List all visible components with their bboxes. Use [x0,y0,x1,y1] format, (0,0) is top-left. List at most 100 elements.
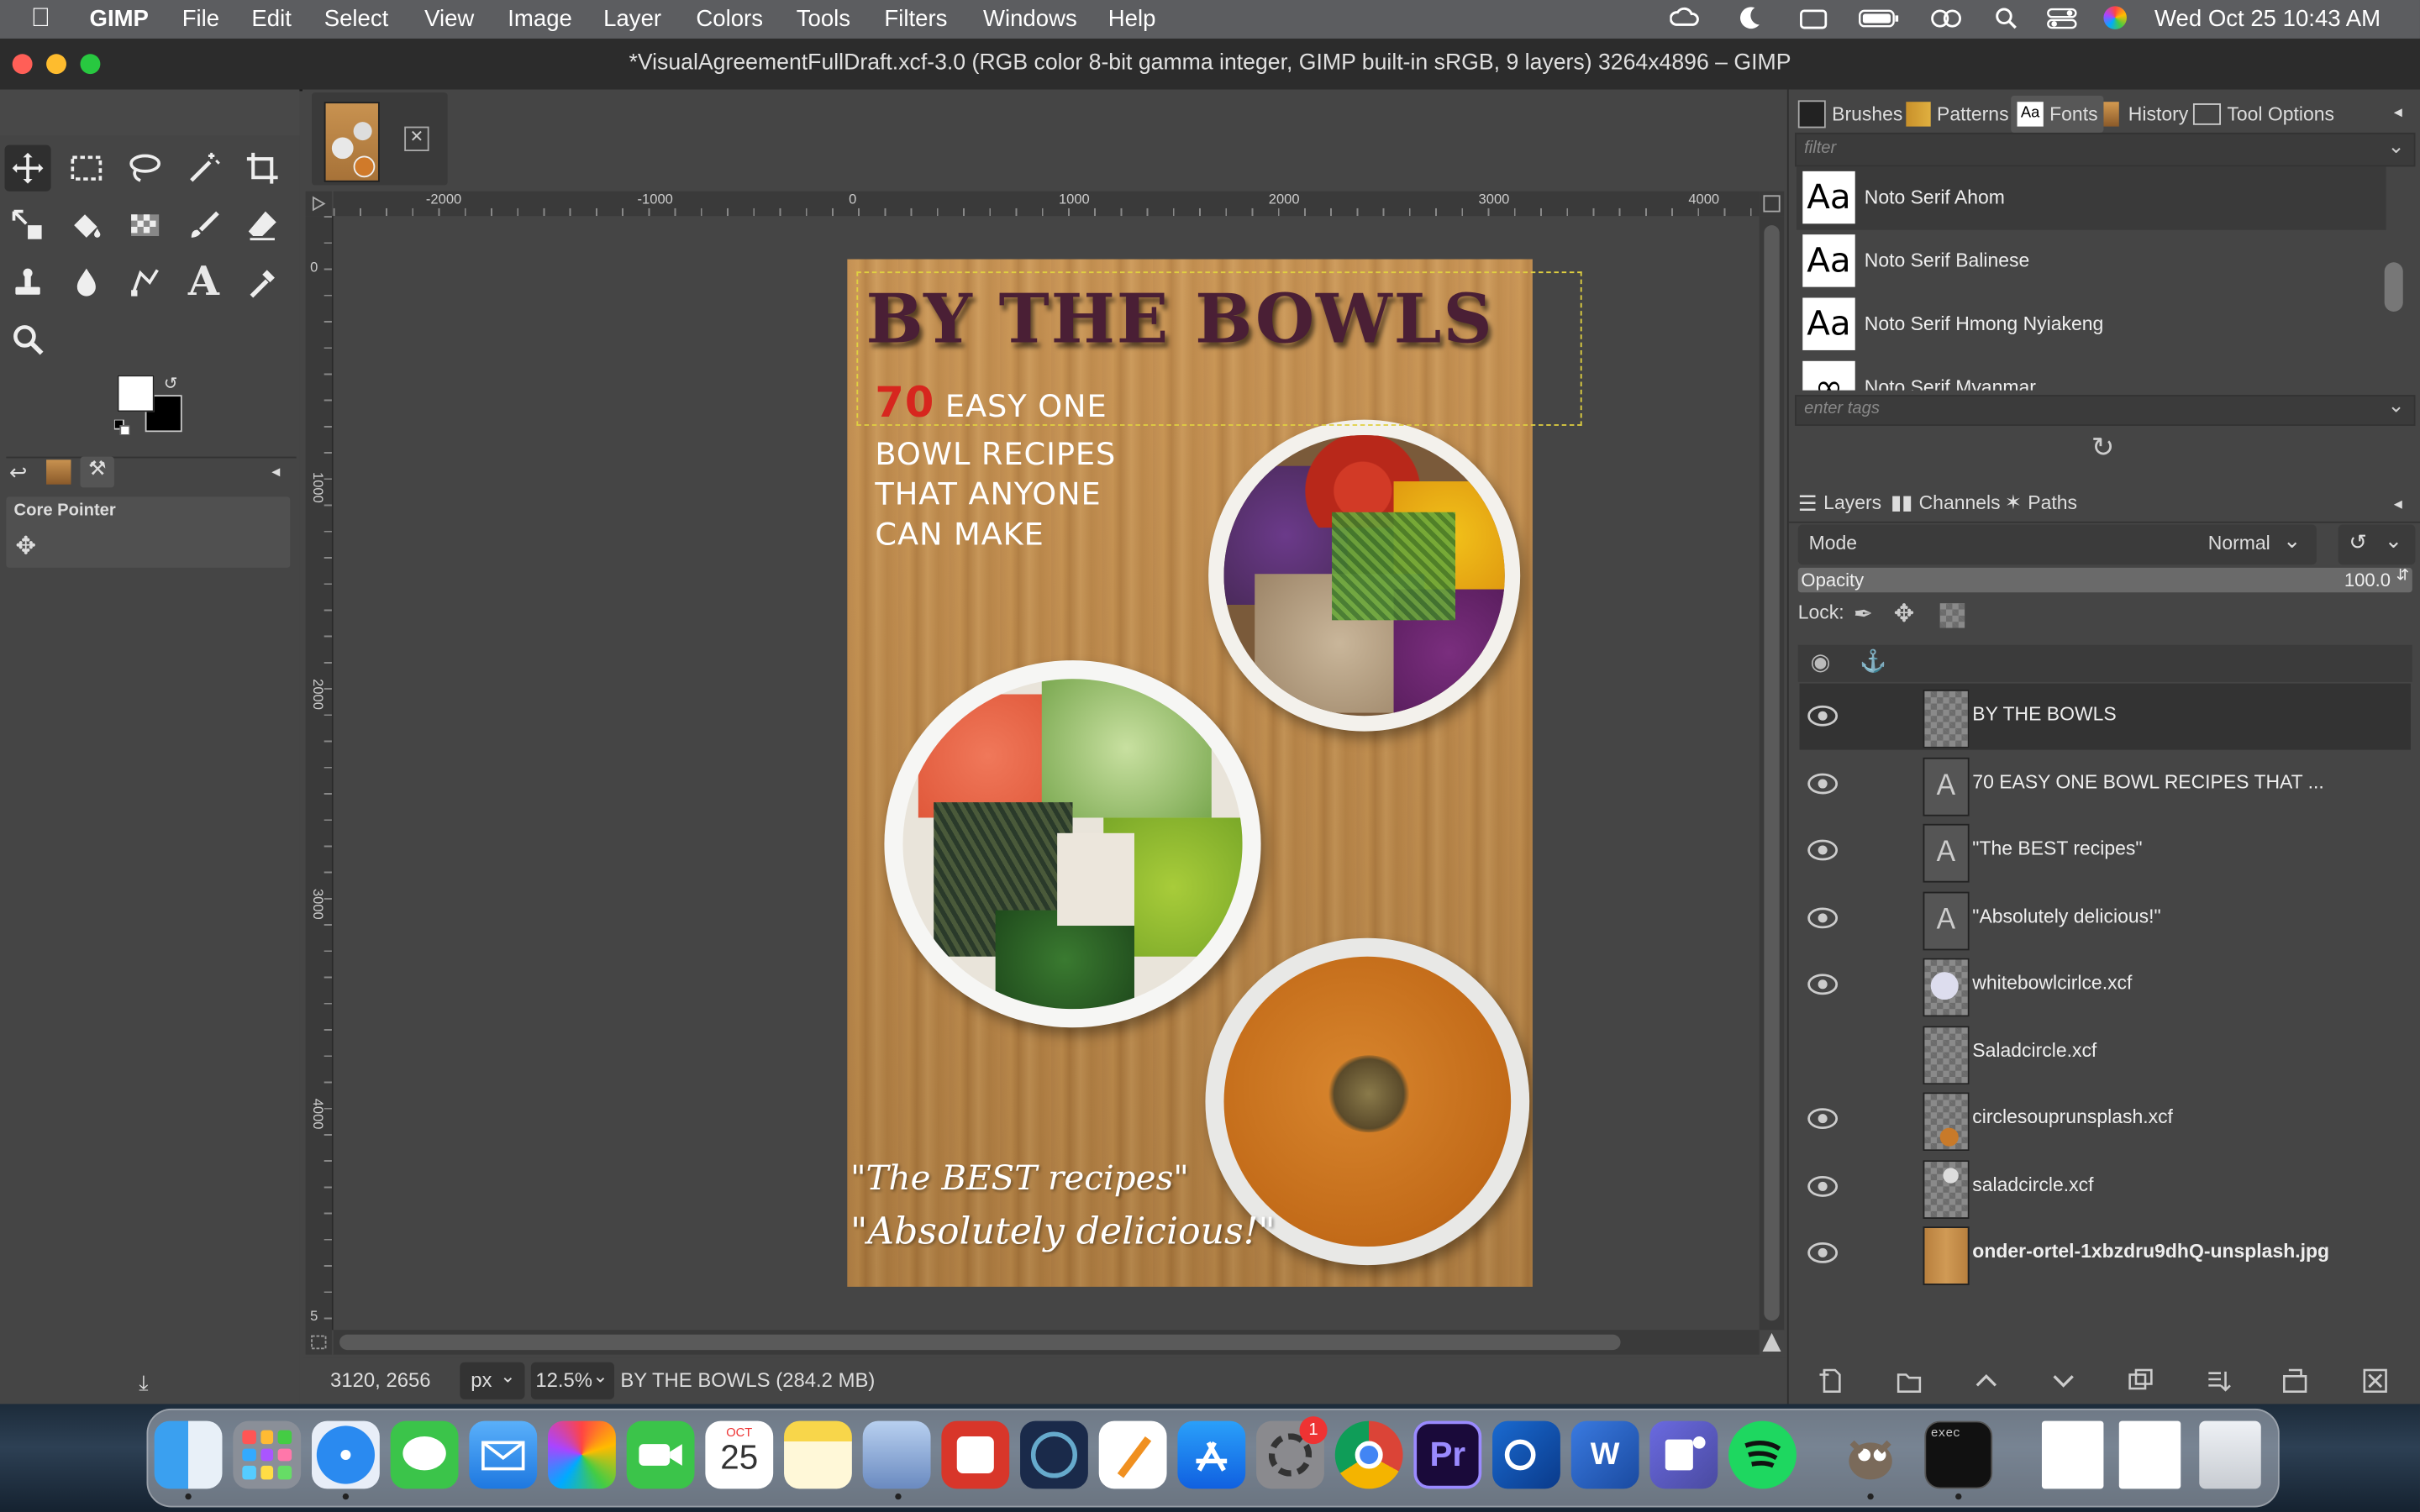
messages-app-icon[interactable] [390,1420,459,1489]
teams-app-icon[interactable] [1649,1420,1718,1489]
close-image-tab-icon[interactable]: ✕ [404,126,429,151]
layer-row[interactable]: onder-ortel-1xbzdru9dhQ-unsplash.jpg [1800,1221,2411,1287]
tab-patterns[interactable]: Patterns [1906,96,2009,133]
tab-channels[interactable]: ▮▮ Channels [1891,485,2001,522]
apple-icon[interactable]:  [31,3,50,34]
menu-file[interactable]: File [182,6,219,32]
swap-colors-icon[interactable]: ↺ [164,373,178,393]
horizontal-scrollbar[interactable] [333,1330,1760,1355]
tab-history[interactable]: History [2103,96,2188,133]
menu-select[interactable]: Select [324,6,389,32]
preview-app-icon[interactable] [862,1420,931,1489]
tab-tool-options[interactable]: Tool Options [2192,96,2334,133]
menu-edit[interactable]: Edit [251,6,291,32]
quick-mask-toggle[interactable] [305,1330,332,1355]
photo-booth-app-icon[interactable] [941,1420,1010,1489]
active-layer-boundary[interactable] [856,271,1582,426]
vertical-scroll-thumb[interactable] [1764,225,1780,1321]
layer-row[interactable]: BY THE BOWLS [1799,683,2411,750]
reset-mode-button[interactable]: ↺ ⌄ [2338,524,2416,565]
horizontal-scroll-thumb[interactable] [339,1334,1621,1351]
configure-tab-icon[interactable]: ◂ [271,461,280,481]
configure-tab-icon[interactable]: ◂ [2394,494,2402,514]
crop-tool-icon[interactable] [239,145,286,192]
app-menu-gimp[interactable]: GIMP [90,6,149,32]
finder-app-icon[interactable] [154,1420,223,1489]
font-list-item[interactable]: ∞ Noto Serif Myanmar [1797,356,2386,391]
moon-icon[interactable] [1738,5,1762,39]
eye-icon[interactable] [1806,970,1839,998]
layer-row[interactable]: Ａ "Absolutely delicious!" [1800,885,2411,952]
chevron-down-icon[interactable]: ⌄ [2388,393,2405,417]
menu-help[interactable]: Help [1108,6,1156,32]
window-icon[interactable] [1798,6,1829,37]
salad-bowl-top-image[interactable] [1208,419,1521,732]
layer-mode-select[interactable]: Mode Normal ⌄ [1797,524,2317,565]
anchor-layer-icon[interactable] [2199,1364,2236,1398]
raise-layer-icon[interactable] [1968,1364,2005,1398]
eye-icon[interactable] [1806,904,1839,932]
menu-view[interactable]: View [424,6,474,32]
horizontal-ruler[interactable]: -2000 -1000 0 1000 2000 3000 4000 [333,191,1760,218]
poster-quote-delicious[interactable]: "Absolutely delicious!" [850,1210,1276,1252]
reset-colors-icon[interactable] [113,415,131,436]
siri-icon[interactable] [2103,6,2127,29]
terminal-app-icon[interactable]: exec [1924,1420,1993,1489]
merge-layer-icon[interactable] [2276,1364,2313,1398]
refresh-fonts-icon[interactable]: ↻ [2091,432,2115,465]
menu-colors[interactable]: Colors [696,6,763,32]
image-tab-thumbnail[interactable] [324,102,380,182]
battery-icon[interactable] [1858,6,1901,37]
launchpad-app-icon[interactable] [233,1420,302,1489]
new-layer-icon[interactable] [1813,1364,1850,1398]
premiere-app-icon[interactable]: Pr [1413,1420,1482,1489]
lock-alpha-icon[interactable] [1939,603,1965,628]
eye-icon[interactable] [1806,836,1839,864]
notes-app-icon[interactable] [784,1420,852,1489]
zoom-tool-icon[interactable] [5,317,51,363]
fuzzy-select-wand-icon[interactable] [181,145,227,192]
trash-icon[interactable] [2199,1420,2261,1489]
foreground-color-swatch[interactable] [117,375,155,412]
pages-app-icon[interactable] [1098,1420,1167,1489]
save-tool-preset-icon[interactable]: ⤓ [139,1370,148,1396]
eye-icon[interactable] [1806,1105,1839,1132]
chevron-down-icon[interactable]: ⌄ [2388,134,2405,159]
ruler-corner[interactable] [305,191,332,217]
lock-position-icon[interactable]: ✥ [1894,599,1915,630]
text-tool-icon[interactable]: A [181,260,227,306]
tool-options-tab-icon[interactable]: ⚒ [80,456,114,488]
chrome-app-icon[interactable] [1334,1420,1403,1489]
outlook-app-icon[interactable] [1492,1420,1560,1489]
spin-arrows-icon[interactable]: ⇵ [2396,568,2409,585]
menu-layer[interactable]: Layer [603,6,661,32]
creative-cloud-icon[interactable] [1669,5,1701,39]
eye-icon[interactable] [1806,1173,1839,1200]
word-app-icon[interactable]: W [1570,1420,1639,1489]
clock-datetime[interactable]: Wed Oct 25 10:43 AM [2154,6,2381,32]
calendar-app-icon[interactable]: OCT 25 [705,1420,774,1489]
eye-hidden-slot[interactable] [1806,1038,1839,1066]
poster-quote-best[interactable]: "The BEST recipes" [850,1160,1189,1199]
control-center-icon[interactable] [2046,6,2077,37]
quicktime-app-icon[interactable] [1020,1420,1088,1489]
facetime-app-icon[interactable] [626,1420,695,1489]
zoom-image-when-window-resized-icon[interactable] [1759,191,1785,217]
opacity-slider[interactable]: Opacity 100.0 ⇵ [1797,567,2412,593]
clone-tool-icon[interactable] [5,260,51,306]
tab-fonts[interactable]: Aa Fonts [2011,95,2104,133]
document-thumbnail-1[interactable] [2041,1420,2104,1489]
new-layer-group-icon[interactable] [1891,1364,1928,1398]
eraser-tool-icon[interactable] [239,202,286,249]
screen-mirroring-icon[interactable] [1929,6,1963,37]
font-list-scroll-thumb[interactable] [2384,262,2403,312]
unit-select[interactable]: px ⌄ [460,1362,525,1399]
color-picker-tool-icon[interactable] [239,260,286,306]
font-list-item[interactable]: Aa Noto Serif Hmong Nyiakeng [1797,293,2386,356]
tab-layers[interactable]: ☰ Layers [1798,485,1881,522]
free-select-lasso-icon[interactable] [122,145,168,192]
measure-tool-icon[interactable] [122,260,168,306]
eye-icon[interactable] [1806,770,1839,798]
gimp-app-icon[interactable] [1837,1421,1905,1489]
unified-transform-tool-icon[interactable] [5,202,51,249]
